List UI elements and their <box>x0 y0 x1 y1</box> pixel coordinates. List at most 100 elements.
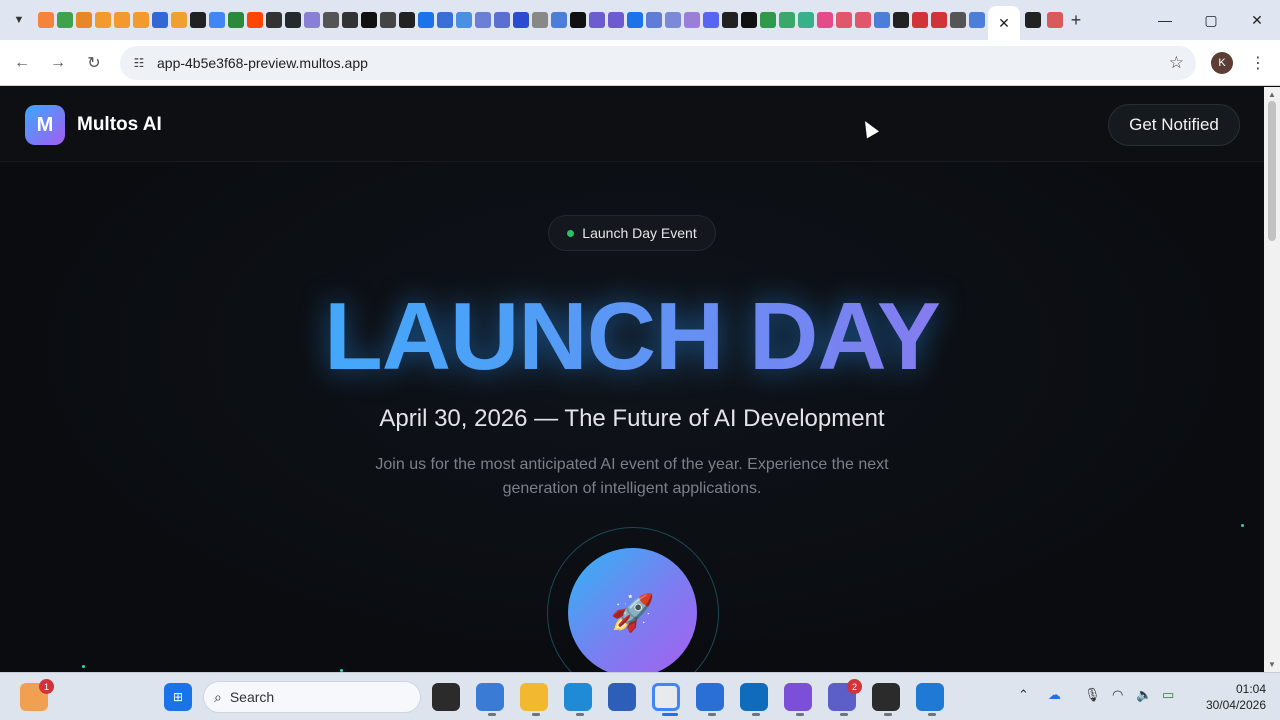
m365-copilot-icon[interactable] <box>476 683 504 711</box>
tab-favicon[interactable] <box>399 12 415 28</box>
tab-favicon[interactable] <box>893 12 909 28</box>
running-indicator <box>752 713 760 716</box>
address-bar[interactable]: ☷ app-4b5e3f68-preview.multos.app ☆ <box>120 46 1196 80</box>
chrome-icon[interactable] <box>652 683 680 711</box>
tab-favicon[interactable] <box>950 12 966 28</box>
file-explorer-icon[interactable] <box>520 683 548 711</box>
tab-favicon[interactable] <box>304 12 320 28</box>
tab-favicon[interactable] <box>266 12 282 28</box>
tab-favicon[interactable] <box>931 12 947 28</box>
bookmark-star-icon[interactable]: ☆ <box>1169 53 1184 73</box>
tab-favicon[interactable] <box>95 12 111 28</box>
system-clock[interactable]: 01:04 30/04/2026 <box>1196 681 1266 713</box>
vscode-icon[interactable] <box>916 683 944 711</box>
running-indicator <box>884 713 892 716</box>
url-text[interactable]: app-4b5e3f68-preview.multos.app <box>157 55 368 71</box>
tab-favicon[interactable] <box>855 12 871 28</box>
tab-favicon[interactable] <box>285 12 301 28</box>
onedrive-cloud-icon[interactable]: ☁ <box>1048 687 1061 703</box>
scroll-up-arrow-icon[interactable]: ▲ <box>1268 90 1276 99</box>
terminal-icon[interactable] <box>872 683 900 711</box>
tray-overflow-chevron-icon[interactable]: ⌃ <box>1018 687 1029 703</box>
scrollbar-thumb[interactable] <box>1268 101 1276 241</box>
tab-favicon[interactable] <box>513 12 529 28</box>
tab-favicon[interactable] <box>570 12 586 28</box>
tab-favicon[interactable] <box>798 12 814 28</box>
tab-favicon[interactable] <box>171 12 187 28</box>
brand-name[interactable]: Multos AI <box>77 114 162 136</box>
outlook-icon[interactable] <box>740 683 768 711</box>
teams-icon[interactable]: 2 <box>828 679 862 711</box>
get-notified-button[interactable]: Get Notified <box>1108 104 1240 146</box>
microphone-icon[interactable]: 🎙 <box>1084 687 1101 703</box>
tab-search-chevron-icon[interactable]: ▼ <box>5 6 33 34</box>
tab-favicon[interactable] <box>684 12 700 28</box>
tab-strip: ▼ ✕ + — ▢ ✕ <box>0 0 1280 40</box>
canva-icon[interactable] <box>784 683 812 711</box>
scroll-down-arrow-icon[interactable]: ▼ <box>1268 660 1276 669</box>
tab-favicon[interactable] <box>665 12 681 28</box>
tab-favicon[interactable] <box>342 12 358 28</box>
start-windows-icon[interactable]: ⊞ <box>164 683 192 711</box>
maximize-button[interactable]: ▢ <box>1188 0 1234 40</box>
tab-favicon[interactable] <box>912 12 928 28</box>
tab-favicon[interactable] <box>722 12 738 28</box>
tab-favicon[interactable] <box>1025 12 1041 28</box>
microsoft-store-icon[interactable] <box>608 683 636 711</box>
tab-favicon[interactable] <box>494 12 510 28</box>
forward-arrow-icon[interactable]: → <box>44 49 72 77</box>
tab-favicon[interactable] <box>475 12 491 28</box>
tab-favicon[interactable] <box>741 12 757 28</box>
tab-favicon[interactable] <box>38 12 54 28</box>
tab-favicon[interactable] <box>589 12 605 28</box>
task-view-icon[interactable] <box>432 683 460 711</box>
wifi-icon[interactable]: ◠ <box>1112 687 1123 703</box>
browser-menu-icon[interactable]: ⋮ <box>1250 52 1266 74</box>
tab-favicon[interactable] <box>323 12 339 28</box>
weather-widget-icon[interactable]: 1 <box>20 679 54 711</box>
tab-favicon[interactable] <box>608 12 624 28</box>
tab-favicon[interactable] <box>152 12 168 28</box>
reload-icon[interactable]: ↻ <box>80 49 108 77</box>
tab-favicon[interactable] <box>57 12 73 28</box>
tab-favicon[interactable] <box>551 12 567 28</box>
tab-favicon[interactable] <box>646 12 662 28</box>
tab-favicon[interactable] <box>627 12 643 28</box>
tab-favicon[interactable] <box>437 12 453 28</box>
tab-favicon[interactable] <box>760 12 776 28</box>
volume-icon[interactable]: 🔈 <box>1136 687 1152 703</box>
tab-favicon[interactable] <box>456 12 472 28</box>
tab-favicon[interactable] <box>380 12 396 28</box>
new-tab-button[interactable]: + <box>1066 8 1086 32</box>
tab-favicon[interactable] <box>817 12 833 28</box>
tab-favicon[interactable] <box>114 12 130 28</box>
battery-charging-icon[interactable]: ▭ <box>1162 687 1174 703</box>
tab-favicon[interactable] <box>418 12 434 28</box>
active-tab[interactable]: ✕ <box>988 6 1020 40</box>
minimize-button[interactable]: — <box>1142 0 1188 40</box>
edge-browser-icon[interactable] <box>564 683 592 711</box>
tab-favicon[interactable] <box>190 12 206 28</box>
tab-favicon[interactable] <box>361 12 377 28</box>
tab-favicon[interactable] <box>76 12 92 28</box>
tab-favicon[interactable] <box>836 12 852 28</box>
profile-avatar[interactable]: K <box>1211 52 1233 74</box>
tab-favicon[interactable] <box>228 12 244 28</box>
site-info-icon[interactable]: ☷ <box>128 52 150 74</box>
back-arrow-icon[interactable]: ← <box>8 49 36 77</box>
notepad-icon[interactable] <box>696 683 724 711</box>
tab-favicon[interactable] <box>779 12 795 28</box>
tab-favicon[interactable] <box>133 12 149 28</box>
tab-favicon[interactable] <box>1047 12 1063 28</box>
tab-favicon[interactable] <box>209 12 225 28</box>
tab-favicon[interactable] <box>532 12 548 28</box>
tab-favicon[interactable] <box>874 12 890 28</box>
close-window-button[interactable]: ✕ <box>1234 0 1280 40</box>
tab-favicon[interactable] <box>703 12 719 28</box>
site-logo[interactable]: M <box>25 105 65 145</box>
tab-favicon[interactable] <box>247 12 263 28</box>
close-tab-icon[interactable]: ✕ <box>998 15 1010 32</box>
running-indicator <box>928 713 936 716</box>
tab-favicon[interactable] <box>969 12 985 28</box>
taskbar-search-box[interactable]: ⌕ Search <box>203 681 421 713</box>
